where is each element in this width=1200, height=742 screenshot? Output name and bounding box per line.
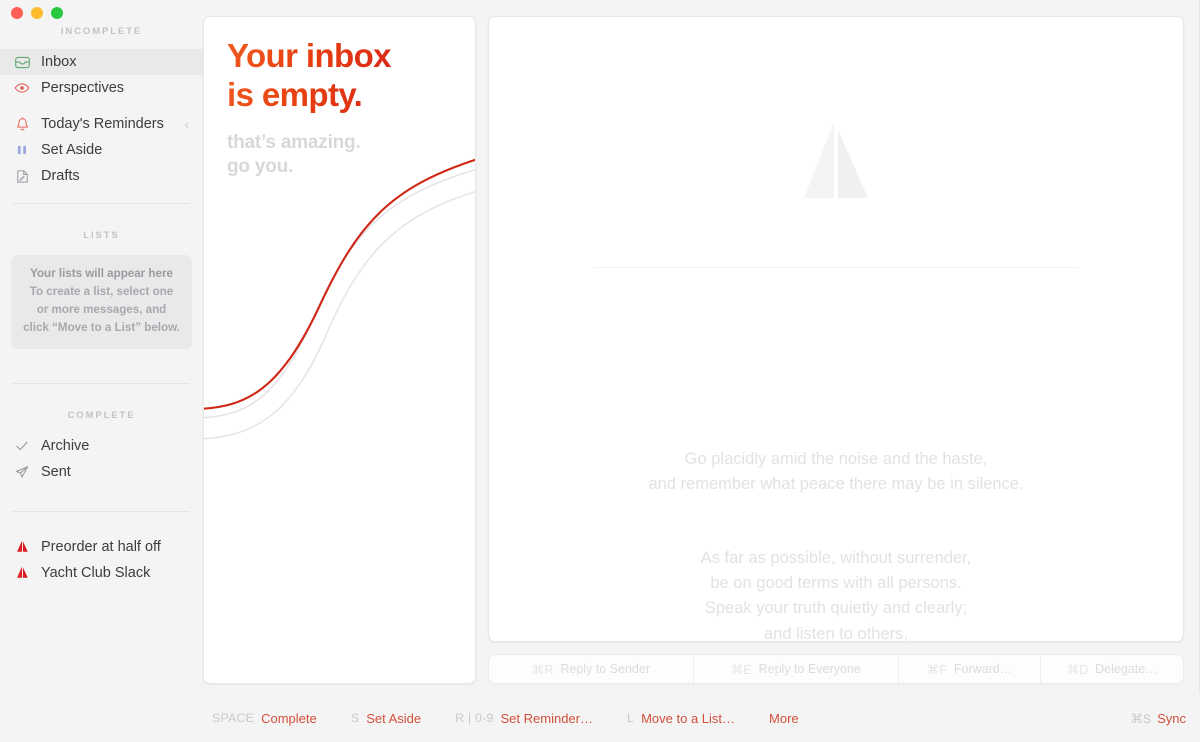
action-label: Set Reminder…: [500, 710, 593, 726]
sail-icon: [13, 564, 31, 582]
sidebar-item-label: Drafts: [41, 168, 80, 184]
quote-stanza-2: As far as possible, without surrender, b…: [700, 549, 972, 642]
page-subtitle: that’s amazing. go you.: [227, 132, 361, 177]
sync-label: Sync: [1157, 710, 1186, 726]
sidebar-item-archive[interactable]: Archive: [0, 433, 203, 459]
reply-toolbar: ⌘R Reply to Sender ⌘E Reply to Everyone …: [488, 654, 1184, 684]
sidebar-item-yacht-club-slack[interactable]: Yacht Club Slack: [0, 560, 203, 586]
pause-bars-icon: [13, 141, 31, 159]
shortcut-key: SPACE: [212, 711, 255, 725]
sidebar-item-label: Today's Reminders: [41, 116, 164, 132]
quote-text: Go placidly amid the noise and the haste…: [489, 422, 1183, 642]
shortcut-key: L: [627, 711, 635, 725]
button-label: Reply to Sender: [560, 662, 650, 676]
action-label: Set Aside: [366, 710, 422, 726]
sidebar-item-label: Archive: [41, 437, 90, 454]
shortcut-key: ⌘S: [1130, 711, 1152, 726]
sidebar-item-label: Sent: [41, 463, 71, 480]
reply-to-sender-button[interactable]: ⌘R Reply to Sender: [489, 655, 694, 683]
middle-panel-wrap: Your inbox is empty. that’s amazing. go …: [203, 0, 476, 694]
sidebar-item-drafts[interactable]: Drafts: [0, 163, 203, 189]
lists-empty-placeholder: Your lists will appear here To create a …: [11, 255, 192, 349]
action-label: More: [769, 710, 799, 726]
sync-action[interactable]: ⌘S Sync: [1130, 711, 1186, 726]
shortcut-key: ⌘E: [730, 662, 752, 677]
draft-page-icon: [13, 167, 31, 185]
status-actions: SPACE Complete S Set Aside R | 0-9 Set R…: [203, 711, 799, 726]
sail-icon: [13, 538, 31, 556]
sidebar-item-label: Perspectives: [41, 80, 125, 96]
shortcut-key: S: [350, 711, 360, 725]
sidebar-item-label: Yacht Club Slack: [41, 564, 151, 581]
maximize-button[interactable]: [51, 7, 63, 19]
quote-stanza-1: Go placidly amid the noise and the haste…: [648, 450, 1024, 494]
status-action-move-to-a-list[interactable]: L Move to a List…: [627, 711, 735, 726]
sidebar-section-complete: Complete: [67, 409, 136, 421]
sidebar-item-label: Inbox: [41, 54, 77, 70]
sidebar: Incomplete Inbox: [0, 0, 203, 694]
minimize-button[interactable]: [31, 7, 43, 19]
button-label: Reply to Everyone: [758, 662, 861, 676]
button-label: Delegate…: [1095, 662, 1158, 676]
status-action-set-reminder[interactable]: R | 0-9 Set Reminder…: [455, 711, 593, 726]
right-panel-wrap: Go placidly amid the noise and the haste…: [476, 0, 1200, 694]
paper-plane-icon: [13, 463, 31, 481]
decorative-curves: [204, 158, 475, 440]
lists-empty-title: Your lists will appear here: [30, 267, 173, 280]
shortcut-key: ⌘D: [1066, 662, 1089, 677]
inbox-empty-panel: Your inbox is empty. that’s amazing. go …: [203, 16, 476, 684]
sidebar-item-inbox[interactable]: Inbox: [0, 49, 203, 75]
action-label: Complete: [261, 710, 317, 726]
app-window: Incomplete Inbox: [0, 0, 1200, 742]
delegate-button[interactable]: ⌘D Delegate…: [1041, 655, 1183, 683]
shortcut-key: ⌘R: [531, 662, 554, 677]
check-icon: [13, 437, 31, 455]
sidebar-item-set-aside[interactable]: Set Aside: [0, 137, 203, 163]
message-divider: [594, 267, 1078, 268]
window-controls: [11, 7, 63, 19]
status-action-more[interactable]: More: [769, 711, 799, 726]
eye-icon: [13, 79, 31, 97]
bell-icon: [13, 115, 31, 133]
sidebar-item-preorder-at-half-off[interactable]: Preorder at half off: [0, 534, 203, 560]
sidebar-section-incomplete: Incomplete: [60, 26, 143, 37]
shortcut-key: R | 0-9: [455, 711, 494, 725]
button-label: Forward…: [953, 662, 1013, 676]
forward-button[interactable]: ⌘F Forward…: [899, 655, 1042, 683]
sidebar-item-sent[interactable]: Sent: [0, 459, 203, 485]
status-action-set-aside[interactable]: S Set Aside: [351, 711, 421, 726]
message-panel: Go placidly amid the noise and the haste…: [488, 16, 1184, 642]
window-body: Incomplete Inbox: [0, 0, 1200, 694]
action-label: Move to a List…: [641, 710, 736, 726]
reply-to-everyone-button[interactable]: ⌘E Reply to Everyone: [694, 655, 899, 683]
status-bar: SPACE Complete S Set Aside R | 0-9 Set R…: [0, 694, 1200, 742]
sidebar-item-perspectives[interactable]: Perspectives: [0, 75, 203, 101]
sidebar-item-todays-reminders[interactable]: Today's Reminders ‹: [0, 111, 203, 137]
sidebar-section-lists: Lists: [83, 230, 120, 241]
close-button[interactable]: [11, 7, 23, 19]
page-title: Your inbox is empty.: [227, 37, 391, 113]
inbox-tray-icon: [13, 53, 31, 71]
sidebar-item-label: Preorder at half off: [41, 538, 161, 555]
lists-empty-body: To create a list, select one or more mes…: [23, 284, 180, 334]
status-action-complete[interactable]: SPACE Complete: [212, 711, 317, 726]
sidebar-item-label: Set Aside: [41, 142, 103, 158]
shortcut-key: ⌘F: [926, 662, 947, 677]
sail-watermark-icon: [798, 120, 874, 207]
chevron-left-icon[interactable]: ‹: [185, 118, 189, 131]
